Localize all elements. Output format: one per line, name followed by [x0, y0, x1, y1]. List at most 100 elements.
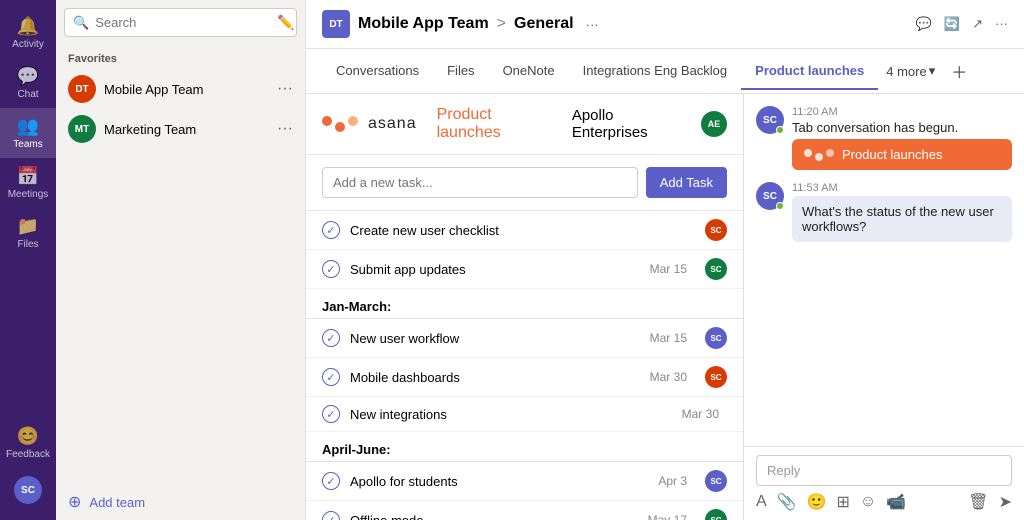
task-check-1[interactable]: ✓ [322, 221, 340, 239]
sidebar-item-meetings[interactable]: 📅 Meetings [0, 158, 56, 208]
tab-files[interactable]: Files [433, 53, 488, 90]
task-item-6[interactable]: ✓ Apollo for students Apr 3 SC [306, 462, 743, 501]
task-date-5: Mar 30 [682, 407, 719, 421]
sidebar-item-label: Teams [13, 139, 42, 150]
tab-onenote[interactable]: OneNote [489, 53, 569, 90]
compose-icon[interactable]: ✏️ [277, 14, 294, 31]
header-more-icon[interactable]: ··· [995, 16, 1008, 32]
task-check-7[interactable]: ✓ [322, 511, 340, 520]
task-item-2[interactable]: ✓ Submit app updates Mar 15 SC [306, 250, 743, 289]
chat-bubble-icon[interactable]: 💬 [916, 16, 932, 32]
team-more-icon[interactable]: ··· [277, 80, 293, 98]
task-item-5[interactable]: ✓ New integrations Mar 30 [306, 397, 743, 432]
sidebar-item-feedback[interactable]: 😊 Feedback [0, 418, 56, 468]
header-icons: 💬 🔄 ↗ ··· [916, 16, 1008, 32]
team-name-marketing: Marketing Team [104, 122, 269, 137]
sidebar-item-files[interactable]: 📁 Files [0, 208, 56, 258]
send-icon[interactable]: ➤ [999, 492, 1012, 512]
chat-message-2: SC 11:53 AM What's the status of the new… [756, 182, 1012, 242]
chat-bubble-2: 11:53 AM What's the status of the new us… [792, 182, 1012, 242]
chat-messages: SC 11:20 AM Tab conversation has begun. [744, 94, 1024, 446]
chat-icon: 💬 [17, 66, 39, 87]
content-area: asana Product launches Apollo Enterprise… [306, 94, 1024, 520]
task-label-3: New user workflow [350, 331, 640, 346]
chat-avatar-2: SC [756, 182, 784, 210]
add-task-row: Add Task [306, 155, 743, 211]
refresh-icon[interactable]: 🔄 [944, 16, 960, 32]
task-item-1[interactable]: ✓ Create new user checklist SC [306, 211, 743, 250]
format-icon[interactable]: A [756, 493, 767, 511]
task-avatar-3: SC [705, 327, 727, 349]
asana-wordmark: asana [368, 115, 417, 133]
sidebar-item-label: Files [17, 239, 38, 250]
card-label: Product launches [842, 147, 942, 162]
asana-header: asana Product launches Apollo Enterprise… [306, 94, 743, 155]
sidebar: 🔔 Activity 💬 Chat 👥 Teams 📅 Meetings 📁 F… [0, 0, 56, 520]
task-avatar-7: SC [705, 509, 727, 520]
task-avatar-1: SC [705, 219, 727, 241]
chevron-down-icon: ▾ [929, 63, 936, 79]
team-more-icon-mt[interactable]: ··· [277, 120, 293, 138]
task-check-2[interactable]: ✓ [322, 260, 340, 278]
tab-more[interactable]: 4 more ▾ [878, 53, 943, 89]
team-item-mobile[interactable]: DT Mobile App Team ··· [56, 69, 305, 109]
sidebar-item-label: Activity [12, 39, 44, 50]
emoji-icon[interactable]: 🙂 [807, 492, 827, 512]
tabs-bar: Conversations Files OneNote Integrations… [306, 49, 1024, 94]
channel-more-icon[interactable]: ··· [586, 17, 599, 32]
user-avatar-sidebar[interactable]: SC [0, 468, 56, 512]
chat-toolbar: A 📎 🙂 ⊞ ☺ 📹 🗑 ➤ [756, 492, 1012, 512]
product-launch-card[interactable]: Product launches [792, 139, 1012, 170]
header-separator: > [497, 15, 506, 33]
delete-icon[interactable]: 🗑 [968, 492, 988, 512]
meetings-icon: 📅 [17, 166, 39, 187]
search-input[interactable] [95, 15, 271, 30]
task-date-3: Mar 15 [650, 331, 687, 345]
tab-add-button[interactable]: ＋ [943, 49, 975, 93]
task-item-7[interactable]: ✓ Offline mode May 17 SC [306, 501, 743, 520]
chat-text-1: Tab conversation has begun. [792, 120, 1012, 135]
task-date-4: Mar 30 [650, 370, 687, 384]
sidebar-item-label: Meetings [8, 189, 49, 200]
team-item-marketing[interactable]: MT Marketing Team ··· [56, 109, 305, 149]
tab-conversations[interactable]: Conversations [322, 53, 433, 90]
sticker-icon[interactable]: ☺ [860, 493, 876, 511]
task-label-1: Create new user checklist [350, 223, 695, 238]
chat-message-bg-2: What's the status of the new user workfl… [792, 196, 1012, 242]
section-april-june: April-June: [306, 432, 743, 462]
task-check-6[interactable]: ✓ [322, 472, 340, 490]
task-date-6: Apr 3 [658, 474, 687, 488]
task-check-4[interactable]: ✓ [322, 368, 340, 386]
tab-integrations[interactable]: Integrations Eng Backlog [569, 53, 742, 90]
task-label-2: Submit app updates [350, 262, 640, 277]
attach-icon[interactable]: 📎 [777, 492, 797, 512]
chat-toolbar-right: 🗑 ➤ [968, 492, 1012, 512]
add-task-button[interactable]: Add Task [646, 167, 727, 198]
left-panel: 🔍 ✏️ Favorites DT Mobile App Team ··· MT… [56, 0, 306, 520]
tab-product-launches[interactable]: Product launches [741, 53, 878, 90]
search-icon: 🔍 [73, 15, 89, 31]
chat-panel: SC 11:20 AM Tab conversation has begun. [744, 94, 1024, 520]
gif-icon[interactable]: ⊞ [837, 492, 850, 512]
add-task-input[interactable] [322, 167, 638, 198]
asana-dot-2 [335, 122, 345, 132]
sidebar-item-activity[interactable]: 🔔 Activity [0, 8, 56, 58]
channel-avatar: DT [322, 10, 350, 38]
sidebar-item-teams[interactable]: 👥 Teams [0, 108, 56, 158]
external-link-icon[interactable]: ↗ [972, 16, 983, 32]
add-team-button[interactable]: ⊕ Add team [56, 484, 305, 520]
video-icon[interactable]: 📹 [886, 492, 906, 512]
sidebar-item-chat[interactable]: 💬 Chat [0, 58, 56, 108]
asana-logo: asana [322, 115, 417, 133]
search-bar[interactable]: 🔍 ✏️ [64, 8, 297, 37]
chat-reply-box: Reply A 📎 🙂 ⊞ ☺ 📹 🗑 ➤ [744, 446, 1024, 520]
chat-time-1: 11:20 AM [792, 106, 1012, 118]
task-item-3[interactable]: ✓ New user workflow Mar 15 SC [306, 319, 743, 358]
task-item-4[interactable]: ✓ Mobile dashboards Mar 30 SC [306, 358, 743, 397]
task-check-5[interactable]: ✓ [322, 405, 340, 423]
asana-tab-label: Product launches [437, 106, 560, 142]
task-check-3[interactable]: ✓ [322, 329, 340, 347]
asana-dots [322, 116, 358, 132]
reply-input[interactable]: Reply [756, 455, 1012, 486]
add-team-icon: ⊕ [68, 492, 81, 512]
